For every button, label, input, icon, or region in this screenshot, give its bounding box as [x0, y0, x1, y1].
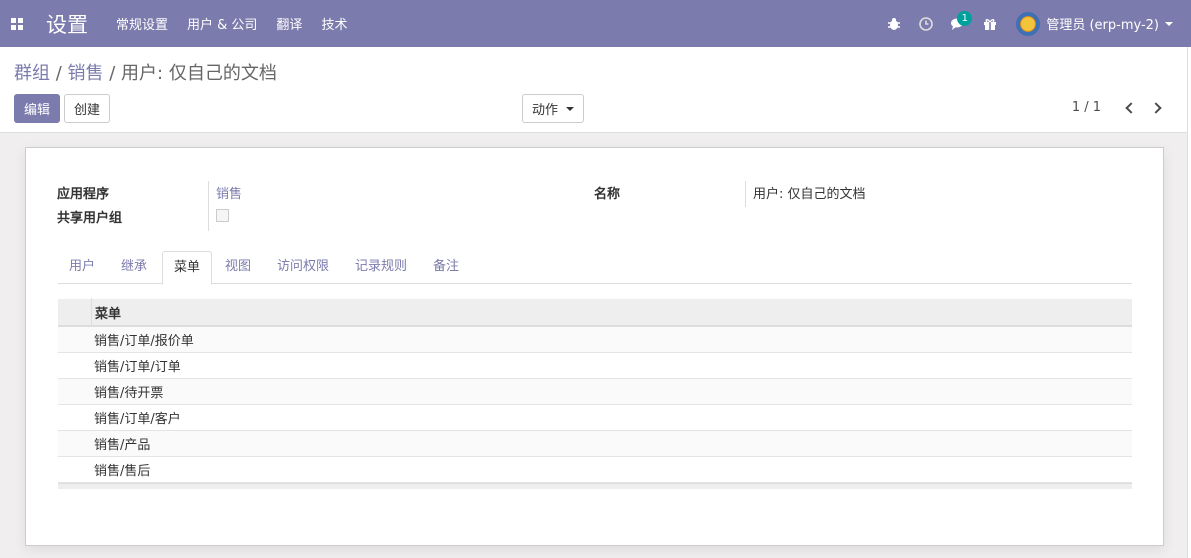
table-cell: 销售/售后	[94, 464, 151, 479]
table-cell: 销售/订单/订单	[94, 360, 181, 375]
breadcrumb: 群组 / 销售 / 用户: 仅自己的文档	[14, 59, 277, 85]
breadcrumb-current: 用户: 仅自己的文档	[121, 63, 277, 84]
table-cell: 销售/订单/报价单	[94, 334, 194, 349]
table-cell: 销售/待开票	[94, 386, 164, 401]
action-dropdown[interactable]: 动作	[522, 94, 584, 123]
tab-access-rights[interactable]: 访问权限	[266, 251, 340, 284]
bug-icon[interactable]	[878, 0, 910, 47]
control-panel: 群组 / 销售 / 用户: 仅自己的文档 编辑 创建 动作 1 / 1	[0, 47, 1191, 133]
field-divider	[745, 181, 746, 207]
chevron-down-icon[interactable]	[1165, 21, 1173, 26]
table-row[interactable]: 销售/售后	[58, 457, 1132, 483]
tab-notes[interactable]: 备注	[422, 251, 470, 284]
table-row[interactable]: 销售/订单/客户	[58, 405, 1132, 431]
action-label: 动作	[531, 103, 558, 118]
breadcrumb-separator: /	[103, 63, 122, 84]
table-footer	[58, 483, 1132, 489]
chevron-right-icon	[1149, 102, 1162, 114]
name-label: 名称	[594, 187, 621, 202]
breadcrumb-separator: /	[50, 63, 68, 84]
application-label: 应用程序	[57, 187, 110, 202]
table-body: 销售/订单/报价单 销售/订单/订单 销售/待开票 销售/订单/客户 销售/产品…	[58, 327, 1132, 483]
chevron-left-icon	[1124, 102, 1137, 114]
scrollbar[interactable]	[1187, 47, 1191, 558]
table-row[interactable]: 销售/订单/报价单	[58, 327, 1132, 353]
tab-menus[interactable]: 菜单	[162, 251, 213, 285]
application-value[interactable]: 销售	[216, 183, 242, 202]
menu-table: 菜单 销售/订单/报价单 销售/订单/订单 销售/待开票 销售/订单/客户 销售…	[58, 298, 1132, 489]
gift-icon[interactable]	[974, 0, 1006, 47]
tab-inherited[interactable]: 继承	[110, 251, 158, 284]
pager-value[interactable]: 1 / 1	[1072, 100, 1101, 115]
table-cell: 销售/产品	[94, 438, 151, 453]
user-name[interactable]: 管理员 (erp-my-2)	[1046, 14, 1159, 33]
form-sheet: 应用程序 销售 共享用户组 名称 用户: 仅自己的文档 用户 继承 菜单 视图 …	[25, 147, 1164, 546]
table-header: 菜单	[58, 298, 1132, 327]
table-cell: 销售/订单/客户	[94, 412, 181, 427]
table-gutter	[58, 298, 92, 326]
create-button[interactable]: 创建	[64, 94, 110, 123]
pager-previous-button[interactable]	[1119, 97, 1139, 119]
column-header-menu[interactable]: 菜单	[92, 303, 121, 322]
app-title: 设置	[46, 12, 88, 37]
table-row[interactable]: 销售/待开票	[58, 379, 1132, 405]
chevron-down-icon	[566, 106, 574, 111]
table-row[interactable]: 销售/订单/订单	[58, 353, 1132, 379]
menu-translations[interactable]: 翻译	[276, 14, 302, 33]
table-row[interactable]: 销售/产品	[58, 431, 1132, 457]
apps-menu-icon[interactable]	[2, 0, 32, 47]
menu-users-companies[interactable]: 用户 & 公司	[187, 14, 257, 33]
pager-next-button[interactable]	[1147, 97, 1167, 119]
top-navbar: 设置 常规设置 用户 & 公司 翻译 技术 1 管理员 (erp-my-2)	[0, 0, 1191, 47]
breadcrumb-sales[interactable]: 销售	[68, 63, 104, 84]
notebook-tabs: 用户 继承 菜单 视图 访问权限 记录规则 备注	[58, 251, 1132, 285]
edit-button[interactable]: 编辑	[14, 94, 60, 123]
tab-users[interactable]: 用户	[58, 251, 106, 284]
name-value: 用户: 仅自己的文档	[753, 187, 866, 202]
user-avatar[interactable]	[1016, 11, 1041, 36]
message-count-badge: 1	[957, 11, 973, 26]
clock-icon[interactable]	[910, 0, 942, 47]
chat-icon[interactable]: 1	[942, 0, 974, 47]
menu-technical[interactable]: 技术	[321, 14, 347, 33]
tab-record-rules[interactable]: 记录规则	[344, 251, 418, 284]
menu-general-settings[interactable]: 常规设置	[116, 14, 168, 33]
shared-group-label: 共享用户组	[57, 211, 123, 226]
field-divider	[208, 181, 209, 231]
breadcrumb-groups[interactable]: 群组	[14, 63, 50, 84]
tab-views[interactable]: 视图	[214, 251, 262, 284]
shared-group-checkbox[interactable]	[216, 209, 229, 222]
